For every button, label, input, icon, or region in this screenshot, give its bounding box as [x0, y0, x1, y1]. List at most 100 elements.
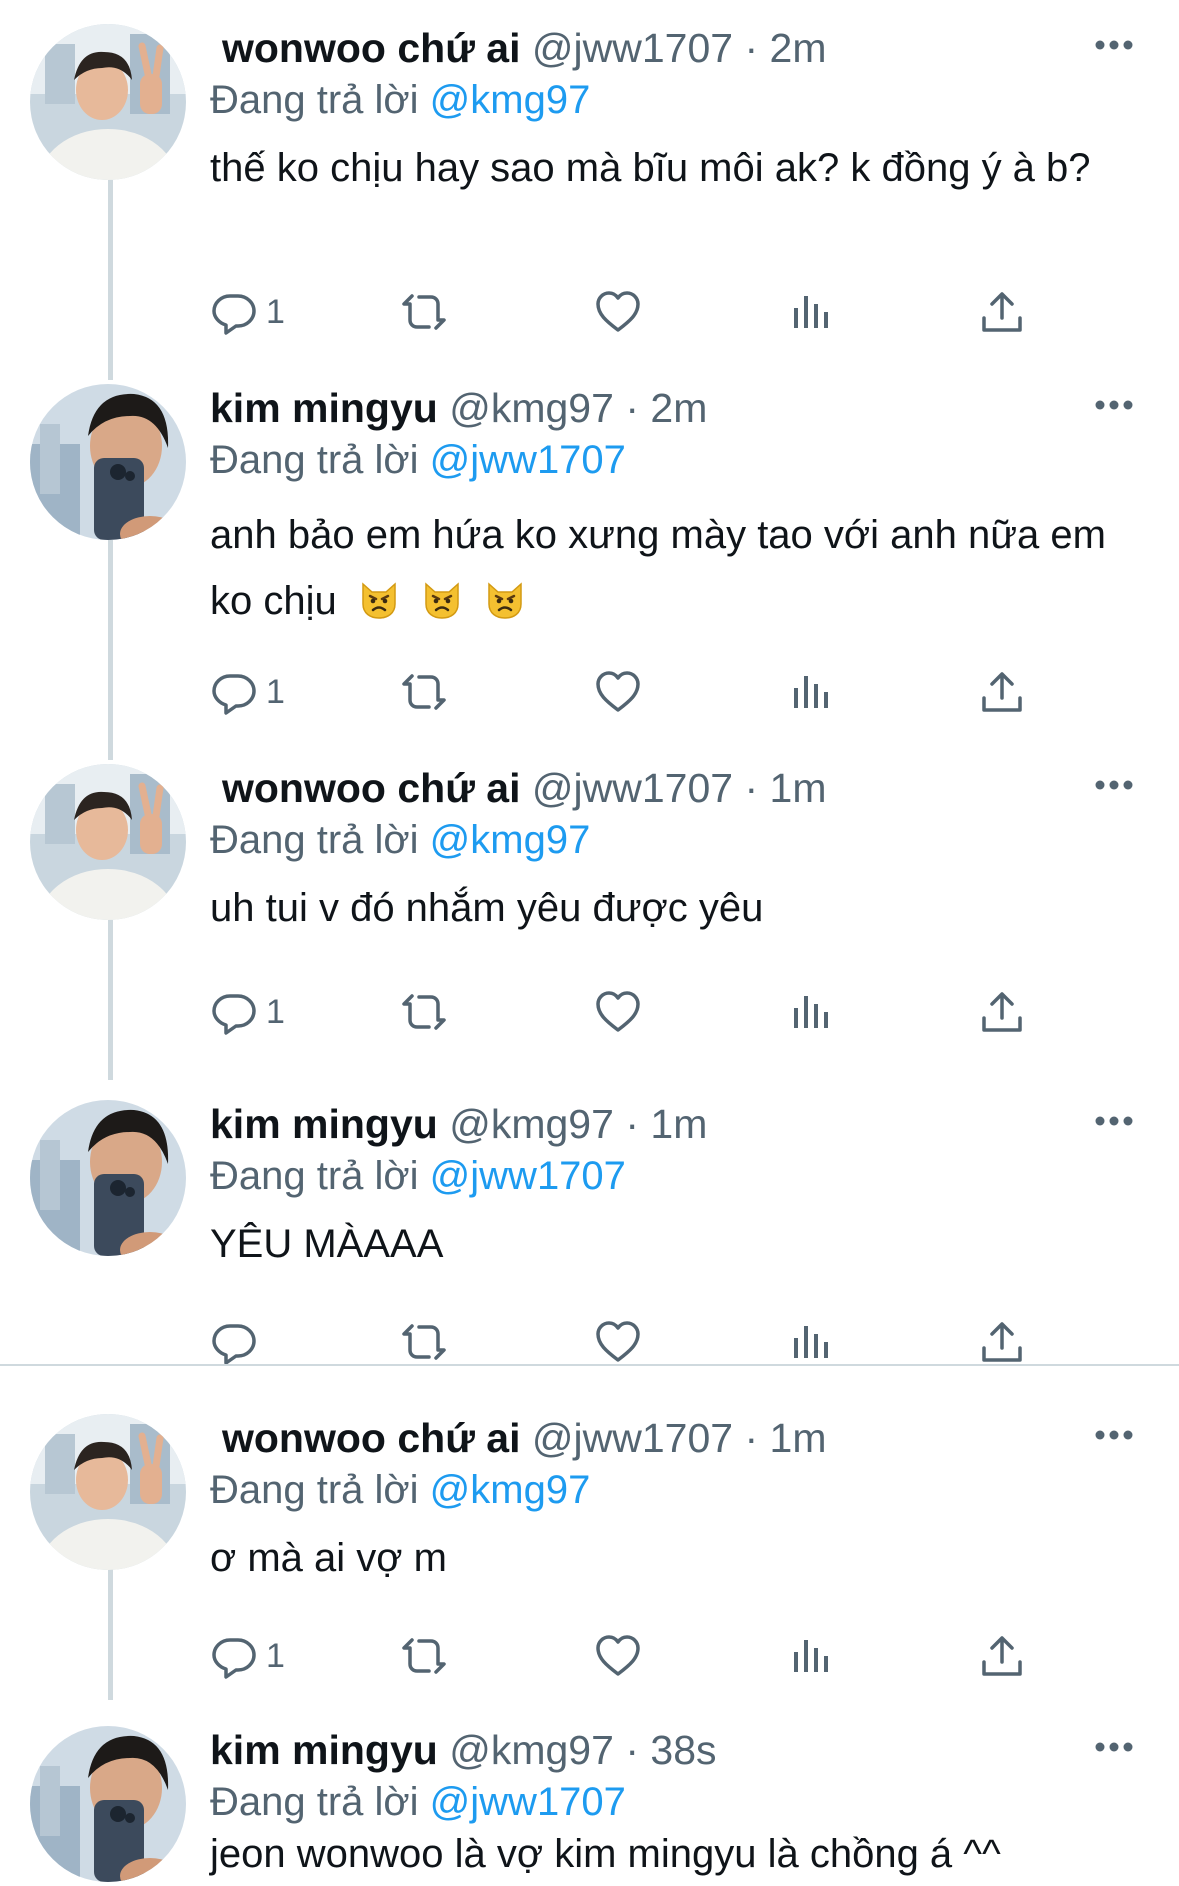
views-button[interactable]: [786, 1312, 834, 1372]
views-button[interactable]: [786, 1626, 834, 1686]
like-button[interactable]: [594, 1312, 642, 1372]
tweet-text: uh tui v đó nhắm yêu được yêu: [210, 886, 764, 930]
reply-count: 1: [266, 292, 285, 331]
retweet-button[interactable]: [400, 982, 448, 1042]
like-icon: [594, 668, 642, 716]
share-button[interactable]: [978, 282, 1026, 342]
share-icon: [978, 1632, 1026, 1680]
author-name[interactable]: wonwoo chứ ai: [222, 25, 520, 71]
timestamp[interactable]: 1m: [770, 765, 827, 811]
reply-mention[interactable]: @kmg97: [430, 1468, 591, 1512]
tweet[interactable]: wonwoo chứ ai @jww1707 · 1m Đang trả lời…: [0, 740, 1179, 1070]
reply-prefix: Đang trả lời: [210, 438, 419, 482]
pouting-cat-emoji: [421, 578, 463, 620]
more-icon[interactable]: [1094, 1740, 1134, 1754]
wonwoo-avatar[interactable]: [30, 1414, 186, 1570]
timestamp[interactable]: 38s: [650, 1727, 716, 1773]
more-icon[interactable]: [1094, 38, 1134, 52]
reply-icon: [210, 288, 258, 336]
tweet[interactable]: wonwoo chứ ai @jww1707 · 2m Đang trả lời…: [0, 0, 1179, 370]
share-icon: [978, 1318, 1026, 1366]
views-button[interactable]: [786, 982, 834, 1042]
author-name[interactable]: kim mingyu: [210, 1101, 438, 1147]
tweet[interactable]: wonwoo chứ ai @jww1707 · 1m Đang trả lời…: [0, 1390, 1179, 1720]
views-icon: [786, 1632, 834, 1680]
action-bar: [210, 1312, 1070, 1372]
reply-mention[interactable]: @jww1707: [430, 1780, 626, 1824]
reply-context: Đang trả lời @kmg97: [210, 814, 590, 866]
reply-button[interactable]: 1: [210, 662, 285, 722]
reply-button[interactable]: 1: [210, 1626, 285, 1686]
tweet-text: jeon wonwoo là vợ kim mingyu là chồng á …: [210, 1832, 1001, 1876]
views-icon: [786, 988, 834, 1036]
wonwoo-avatar[interactable]: [30, 24, 186, 180]
more-icon[interactable]: [1094, 1114, 1134, 1128]
timestamp[interactable]: 2m: [650, 385, 707, 431]
like-button[interactable]: [594, 662, 642, 722]
reply-context: Đang trả lời @jww1707: [210, 1776, 626, 1828]
mingyu-avatar[interactable]: [30, 1726, 186, 1882]
mingyu-avatar[interactable]: [30, 1100, 186, 1256]
retweet-button[interactable]: [400, 282, 448, 342]
like-icon: [594, 1632, 642, 1680]
reply-prefix: Đang trả lời: [210, 1780, 419, 1824]
reply-mention[interactable]: @kmg97: [430, 78, 591, 122]
author-handle[interactable]: @kmg97: [449, 1727, 614, 1773]
wonwoo-avatar[interactable]: [30, 764, 186, 920]
retweet-button[interactable]: [400, 1626, 448, 1686]
retweet-button[interactable]: [400, 662, 448, 722]
retweet-icon: [400, 288, 448, 336]
share-button[interactable]: [978, 982, 1026, 1042]
share-icon: [978, 988, 1026, 1036]
author-handle[interactable]: @jww1707: [532, 1415, 733, 1461]
more-icon[interactable]: [1094, 398, 1134, 412]
timestamp[interactable]: 1m: [650, 1101, 707, 1147]
share-button[interactable]: [978, 1626, 1026, 1686]
tweet[interactable]: kim mingyu @kmg97 · 1m Đang trả lời @jww…: [0, 1076, 1179, 1366]
reply-mention[interactable]: @jww1707: [430, 1154, 626, 1198]
views-button[interactable]: [786, 662, 834, 722]
author-name[interactable]: wonwoo chứ ai: [222, 765, 520, 811]
author-name[interactable]: kim mingyu: [210, 1727, 438, 1773]
author-handle[interactable]: @jww1707: [532, 25, 733, 71]
tweet-text: anh bảo em hứa ko xưng mày tao với anh n…: [210, 502, 1130, 634]
more-icon[interactable]: [1094, 1428, 1134, 1442]
views-icon: [786, 668, 834, 716]
mingyu-avatar[interactable]: [30, 384, 186, 540]
share-button[interactable]: [978, 662, 1026, 722]
reply-prefix: Đang trả lời: [210, 1468, 419, 1512]
author-handle[interactable]: @kmg97: [449, 385, 614, 431]
more-icon[interactable]: [1094, 778, 1134, 792]
conversation-divider: [0, 1364, 1179, 1366]
reply-prefix: Đang trả lời: [210, 78, 419, 122]
like-button[interactable]: [594, 282, 642, 342]
share-icon: [978, 668, 1026, 716]
tweet-text-body: anh bảo em hứa ko xưng mày tao với anh n…: [210, 513, 1106, 623]
tweet[interactable]: kim mingyu @kmg97 · 2m Đang trả lời @jww…: [0, 360, 1179, 740]
reply-mention[interactable]: @kmg97: [430, 818, 591, 862]
action-bar: 1: [210, 982, 1070, 1042]
reply-button[interactable]: 1: [210, 282, 285, 342]
reply-button[interactable]: [210, 1312, 266, 1372]
tweet-text: thế ko chịu hay sao mà bĩu môi ak? k đồn…: [210, 146, 1091, 190]
retweet-icon: [400, 1632, 448, 1680]
author-handle[interactable]: @jww1707: [532, 765, 733, 811]
author-handle[interactable]: @kmg97: [449, 1101, 614, 1147]
reply-context: Đang trả lời @kmg97: [210, 74, 590, 126]
action-bar: 1: [210, 282, 1070, 342]
retweet-button[interactable]: [400, 1312, 448, 1372]
like-button[interactable]: [594, 982, 642, 1042]
author-name[interactable]: kim mingyu: [210, 385, 438, 431]
author-name[interactable]: wonwoo chứ ai: [222, 1415, 520, 1461]
views-button[interactable]: [786, 282, 834, 342]
timestamp[interactable]: 2m: [770, 25, 827, 71]
share-button[interactable]: [978, 1312, 1026, 1372]
like-button[interactable]: [594, 1626, 642, 1686]
reply-count: 1: [266, 1636, 285, 1675]
reply-mention[interactable]: @jww1707: [430, 438, 626, 482]
reply-button[interactable]: 1: [210, 982, 285, 1042]
action-bar: 1: [210, 662, 1070, 722]
timestamp[interactable]: 1m: [770, 1415, 827, 1461]
views-icon: [786, 1318, 834, 1366]
tweet[interactable]: kim mingyu @kmg97 · 38s Đang trả lời @jw…: [0, 1702, 1179, 1886]
